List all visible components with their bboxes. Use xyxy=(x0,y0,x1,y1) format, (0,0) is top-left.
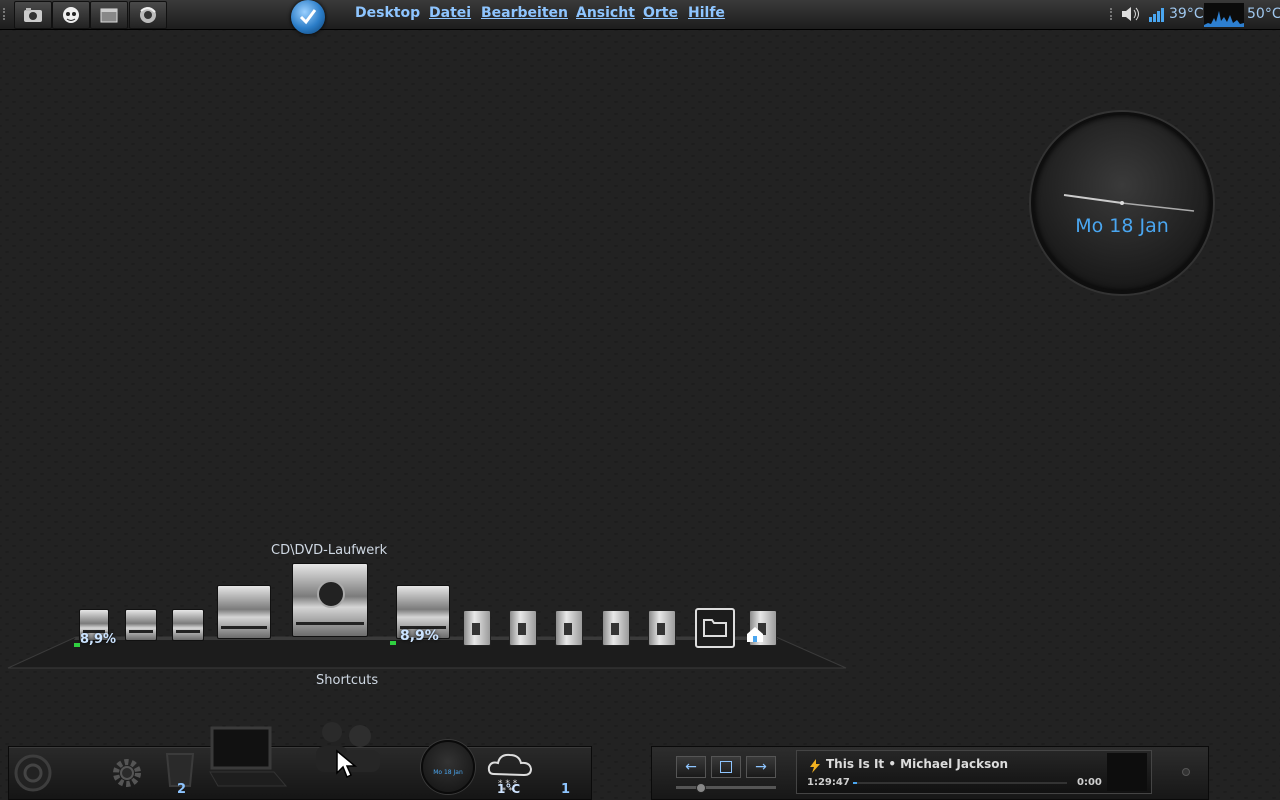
menu-ansicht[interactable]: Ansicht xyxy=(576,5,635,21)
camera-icon xyxy=(24,8,42,22)
now-playing-box[interactable]: This Is It • Michael Jackson 1:29:47 0:0… xyxy=(796,750,1152,794)
drive-3-icon[interactable] xyxy=(172,609,204,641)
cd-drive-label: CD\DVD-Laufwerk xyxy=(271,543,388,558)
cpu-temperature: 39°C xyxy=(1169,6,1204,22)
drive-1-usage-led xyxy=(74,643,80,647)
clock-hands-icon xyxy=(1063,194,1195,212)
firefox-icon xyxy=(140,7,156,23)
workspace-number[interactable]: 1 xyxy=(561,782,570,797)
track-elapsed-time: 1:29:47 xyxy=(807,777,850,788)
previous-button[interactable]: ← xyxy=(676,756,706,778)
stop-square-icon xyxy=(720,761,732,773)
track-total-time: 0:00 xyxy=(1077,777,1102,788)
menu-hilfe[interactable]: Hilfe xyxy=(688,5,725,21)
main-menu-orb-button[interactable] xyxy=(291,0,325,34)
panel-handle-right[interactable] xyxy=(1110,8,1116,20)
clock-widget[interactable]: Mo 18 Jan xyxy=(1031,112,1213,294)
lightning-icon xyxy=(810,759,820,773)
settings-gear-icon[interactable] xyxy=(110,756,144,790)
mini-clock-date: Mo 18 Jan xyxy=(433,769,463,776)
volume-icon[interactable] xyxy=(1120,5,1142,23)
drive-4-icon[interactable] xyxy=(217,585,271,639)
arrow-left-icon: ← xyxy=(685,759,697,775)
player-menu-dot[interactable] xyxy=(1182,768,1190,776)
album-art xyxy=(1107,753,1147,791)
firefox-launcher-button[interactable] xyxy=(129,1,167,29)
laptop-icon[interactable] xyxy=(208,724,290,790)
panel-handle-left[interactable] xyxy=(3,8,9,20)
disc-icon xyxy=(317,580,345,608)
home-folder-icon[interactable] xyxy=(745,610,777,646)
open-folder-icon[interactable] xyxy=(695,608,735,648)
folder-5-icon[interactable] xyxy=(648,610,676,646)
face-icon xyxy=(63,7,79,23)
arrow-right-icon: → xyxy=(755,759,767,775)
drive-1-usage: 8,9% xyxy=(80,632,117,647)
ubuntu-logo-icon[interactable] xyxy=(12,752,54,794)
stop-button[interactable] xyxy=(711,756,741,778)
drive-5-usage: 8,9% xyxy=(400,628,439,644)
track-progress-fill xyxy=(853,782,857,784)
window-launcher-button[interactable] xyxy=(90,1,128,29)
network-signal-icon[interactable] xyxy=(1148,6,1166,22)
volume-slider-handle[interactable] xyxy=(696,783,706,793)
checkmark-logo-icon xyxy=(299,9,317,25)
folder-1-icon[interactable] xyxy=(463,610,491,646)
menu-bearbeiten[interactable]: Bearbeiten xyxy=(481,5,568,21)
mouse-pointer-icon xyxy=(336,749,358,779)
menu-orte[interactable]: Orte xyxy=(643,5,678,21)
folder-4-icon[interactable] xyxy=(602,610,630,646)
face-launcher-button[interactable] xyxy=(52,1,90,29)
clock-date: Mo 18 Jan xyxy=(1075,215,1169,237)
folder-2-icon[interactable] xyxy=(509,610,537,646)
shortcuts-label: Shortcuts xyxy=(316,673,379,688)
mini-clock-widget[interactable]: Mo 18 Jan xyxy=(421,740,475,794)
weather-temperature: 1°C xyxy=(497,782,521,796)
drive-5-usage-led xyxy=(390,641,396,645)
menu-datei[interactable]: Datei xyxy=(429,5,471,21)
menu-desktop[interactable]: Desktop xyxy=(355,5,420,21)
cd-dvd-drive-icon[interactable] xyxy=(292,563,368,637)
system-monitor-graph-icon[interactable] xyxy=(1204,3,1244,27)
window-icon xyxy=(100,8,118,23)
track-progress-bar[interactable] xyxy=(853,782,1067,784)
next-button[interactable]: → xyxy=(746,756,776,778)
trash-count: 2 xyxy=(177,782,187,797)
gpu-temperature: 50°C xyxy=(1247,6,1280,22)
drive-2-icon[interactable] xyxy=(125,609,157,641)
home-icon xyxy=(747,627,763,642)
track-title: This Is It • Michael Jackson xyxy=(826,757,1008,771)
volume-slider[interactable] xyxy=(676,783,776,793)
top-panel: Desktop Datei Bearbeiten Ansicht Orte Hi… xyxy=(0,0,1280,34)
folder-3-icon[interactable] xyxy=(555,610,583,646)
camera-launcher-button[interactable] xyxy=(14,1,52,29)
